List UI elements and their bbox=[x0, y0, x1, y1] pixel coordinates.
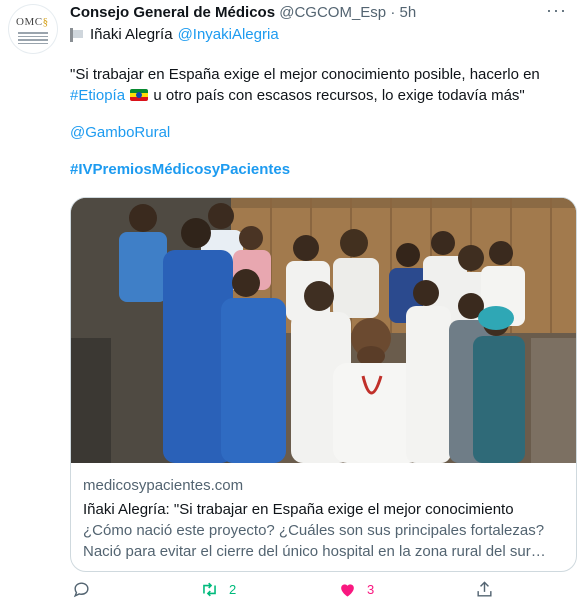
quote-text-start: "Si trabajar en España exige el mejor co… bbox=[70, 66, 540, 83]
quote-paragraph: "Si trabajar en España exige el mejor co… bbox=[70, 64, 570, 106]
tweet-time[interactable]: 5h bbox=[400, 4, 417, 21]
author-avatar[interactable]: OMC§ bbox=[8, 4, 58, 54]
card-photo[interactable] bbox=[71, 198, 576, 463]
tweet-actions: 2 3 bbox=[70, 580, 580, 604]
reply-icon bbox=[73, 582, 89, 598]
reply-button[interactable] bbox=[72, 580, 101, 599]
tweet-body: "Si trabajar en España exige el mejor co… bbox=[70, 64, 570, 196]
more-icon[interactable]: ··· bbox=[546, 0, 567, 21]
tweet-header: Consejo General de Médicos @CGCOM_Esp · … bbox=[70, 4, 547, 24]
retweet-icon bbox=[203, 582, 216, 597]
avatar-logo-lines bbox=[18, 30, 48, 46]
card-description: ¿Cómo nació este proyecto? ¿Cuáles son s… bbox=[83, 522, 545, 560]
retweet-button[interactable]: 2 bbox=[200, 580, 236, 599]
like-button[interactable]: 3 bbox=[338, 580, 374, 599]
author-name[interactable]: Consejo General de Médicos bbox=[70, 4, 275, 21]
link-card[interactable]: medicosypacientes.com Iñaki Alegría: "Si… bbox=[70, 197, 577, 572]
header-separator: · bbox=[390, 4, 396, 21]
quote-text-end: u otro país con escasos recursos, lo exi… bbox=[153, 87, 525, 104]
heart-icon bbox=[341, 584, 354, 597]
share-icon bbox=[477, 581, 492, 597]
share-button[interactable] bbox=[475, 580, 494, 599]
mention-gambo-link[interactable]: @GamboRural bbox=[70, 124, 170, 141]
mention-line: Iñaki Alegría @InyakiAlegria bbox=[70, 26, 279, 43]
hashtag-etiopia-link[interactable]: #Etiopía bbox=[70, 87, 125, 104]
author-handle[interactable]: @CGCOM_Esp bbox=[279, 4, 386, 21]
tweet[interactable]: OMC§ Consejo General de Médicos @CGCOM_E… bbox=[0, 0, 587, 610]
mention-name: Iñaki Alegría bbox=[90, 26, 173, 43]
ethiopia-flag-icon bbox=[130, 89, 149, 101]
verified-flag-icon bbox=[70, 27, 84, 42]
avatar-logo: OMC§ bbox=[16, 16, 49, 28]
card-info: medicosypacientes.com Iñaki Alegría: "Si… bbox=[83, 475, 564, 562]
card-title: Iñaki Alegría: "Si trabajar en España ex… bbox=[83, 501, 514, 518]
mention-handle-link[interactable]: @InyakiAlegria bbox=[178, 26, 279, 43]
card-domain: medicosypacientes.com bbox=[83, 477, 244, 494]
retweet-count: 2 bbox=[229, 582, 237, 597]
like-count: 3 bbox=[367, 582, 375, 597]
hashtag-premios-link[interactable]: #IVPremiosMédicosyPacientes bbox=[70, 161, 290, 178]
